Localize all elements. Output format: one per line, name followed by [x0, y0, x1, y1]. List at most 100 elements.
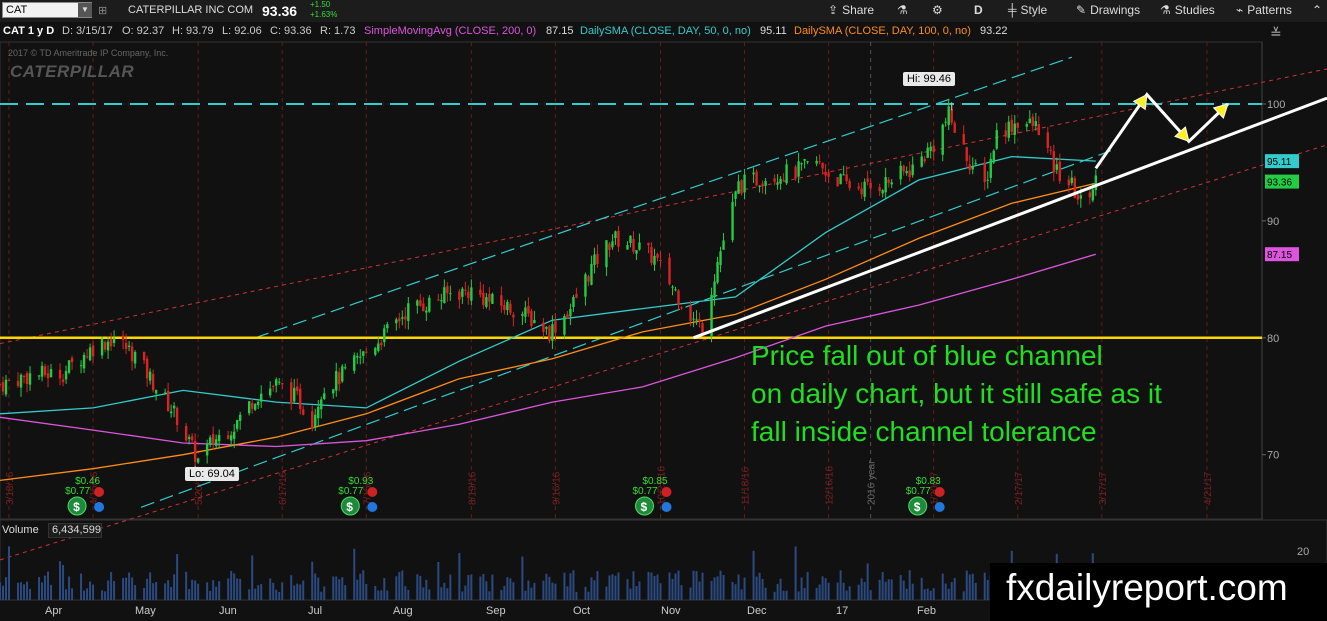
volume-bar — [269, 578, 272, 600]
candle-body — [0, 384, 2, 386]
candle-body — [443, 287, 446, 303]
candle-body — [151, 374, 155, 391]
volume-bar — [332, 576, 335, 600]
y-tick-label: 90 — [1267, 216, 1279, 228]
candle-body — [839, 174, 842, 185]
volume-bar — [941, 573, 944, 600]
volume-bar — [320, 591, 323, 600]
volume-bar — [761, 578, 764, 600]
candle-body — [446, 286, 449, 294]
price-axis-value-text: 95.11 — [1267, 157, 1292, 168]
candle-body — [827, 172, 830, 177]
brand-text: fxdailyreport.com — [1006, 567, 1288, 608]
candle-body — [1058, 161, 1061, 182]
candle-body — [905, 171, 908, 174]
volume-bar — [485, 581, 488, 600]
volume-bar — [440, 587, 443, 600]
candle-body — [932, 145, 935, 153]
candle-body — [217, 435, 221, 442]
volume-bar — [563, 572, 566, 600]
volume-bar — [191, 579, 194, 600]
week-label: 2016 year — [867, 460, 878, 505]
candle-body — [716, 262, 719, 283]
volume-bar — [341, 577, 344, 600]
candle-body — [671, 286, 674, 288]
candle-body — [40, 365, 44, 377]
volume-bar — [551, 582, 554, 600]
price-chart[interactable]: 3/18/16 4/15/16 5/20/16 6/17/16 7/15/16 8/19/… — [0, 0, 1327, 621]
volume-bar — [782, 590, 785, 600]
candle-body — [995, 130, 998, 149]
candle-body — [1046, 132, 1049, 148]
candle-body — [1094, 175, 1098, 191]
candle-body — [211, 434, 215, 444]
candle-body — [614, 231, 617, 239]
volume-bar — [845, 590, 848, 600]
candle-body — [881, 190, 884, 194]
volume-bar — [404, 586, 407, 600]
volume-bar — [587, 591, 590, 600]
volume-bar — [968, 574, 971, 600]
candle-body — [878, 187, 881, 192]
candle-body — [884, 176, 887, 193]
candle-body — [148, 371, 152, 381]
volume-bar — [542, 580, 545, 600]
candle-body — [1004, 130, 1007, 137]
volume-bar — [659, 583, 662, 600]
volume-bar — [950, 582, 953, 600]
candle-body — [205, 443, 209, 456]
week-label: 3/17/17 — [1098, 471, 1109, 505]
month-label: Feb — [917, 605, 936, 617]
candle-body — [250, 402, 254, 409]
candle-body — [193, 440, 197, 462]
candle-body — [734, 191, 737, 199]
volume-bar — [920, 577, 923, 600]
volume-bar — [953, 578, 956, 600]
candle-body — [1076, 194, 1080, 200]
candle-body — [317, 406, 320, 419]
volume-bar — [8, 546, 11, 600]
candle-body — [617, 230, 620, 247]
candle-body — [761, 183, 764, 187]
candle-body — [545, 326, 548, 329]
candle-body — [46, 373, 50, 379]
candle-body — [383, 328, 386, 343]
candle-body — [674, 289, 677, 291]
volume-bar — [29, 589, 32, 600]
volume-bar — [86, 588, 89, 600]
candle-body — [19, 374, 23, 388]
volume-bar — [146, 578, 149, 600]
candle-body — [566, 314, 569, 319]
candle-body — [79, 365, 83, 367]
volume-bar — [575, 591, 578, 600]
candle-body — [974, 163, 977, 165]
volume-bar — [293, 585, 296, 600]
volume-bar — [488, 591, 491, 600]
candle-body — [755, 171, 758, 186]
candle-body — [533, 319, 536, 324]
volume-bar — [314, 573, 317, 600]
candle-body — [416, 300, 419, 306]
candle-body — [512, 314, 515, 318]
candle-body — [590, 263, 593, 285]
month-label: Jul — [308, 605, 323, 617]
volume-bar — [5, 577, 8, 600]
volume-bar — [860, 578, 863, 600]
volume-bar — [449, 574, 452, 600]
volume-bar — [356, 579, 359, 600]
candle-body — [58, 369, 62, 379]
candle-body — [290, 382, 293, 404]
candle-body — [377, 343, 380, 351]
copyright-watermark: 2017 © TD Ameritrade IP Company, Inc. — [8, 48, 169, 58]
candle-body — [890, 182, 893, 185]
volume-bar — [743, 577, 746, 600]
candle-body — [103, 342, 107, 350]
candle-body — [437, 299, 440, 301]
volume-bar — [671, 578, 674, 600]
candle-body — [259, 393, 263, 402]
volume-bar — [131, 577, 134, 600]
volume-label: Volume — [2, 524, 39, 536]
candle-body — [521, 314, 524, 316]
volume-bar — [869, 590, 872, 600]
candle-body — [647, 242, 650, 246]
